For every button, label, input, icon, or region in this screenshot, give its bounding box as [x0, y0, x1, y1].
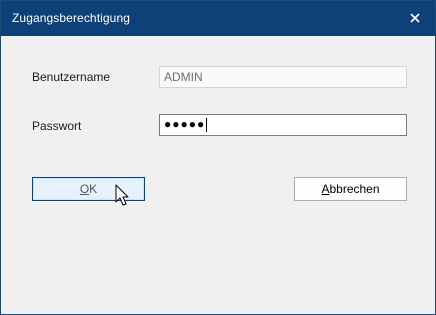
mouse-pointer-icon: [115, 184, 129, 206]
username-label: Benutzername: [32, 70, 111, 84]
username-value: ADMIN: [164, 70, 203, 84]
password-label: Passwort: [32, 119, 82, 133]
text-caret: [206, 117, 208, 132]
close-icon: [410, 13, 420, 23]
cancel-label-rest: bbrechen: [329, 182, 380, 196]
window-title: Zugangsberechtigung: [12, 11, 130, 25]
password-field[interactable]: ●●●●●: [159, 114, 407, 136]
dialog-window: Zugangsberechtigung Benutzername ADMIN P…: [0, 0, 436, 315]
cancel-button[interactable]: Abbrechen: [294, 177, 407, 201]
close-button[interactable]: [395, 1, 435, 36]
title-bar[interactable]: Zugangsberechtigung: [1, 1, 435, 36]
ok-mnemonic: O: [79, 182, 90, 196]
ok-label-rest: K: [89, 182, 98, 196]
username-field[interactable]: ADMIN: [159, 66, 407, 88]
password-masked-value: ●●●●●: [164, 117, 206, 131]
